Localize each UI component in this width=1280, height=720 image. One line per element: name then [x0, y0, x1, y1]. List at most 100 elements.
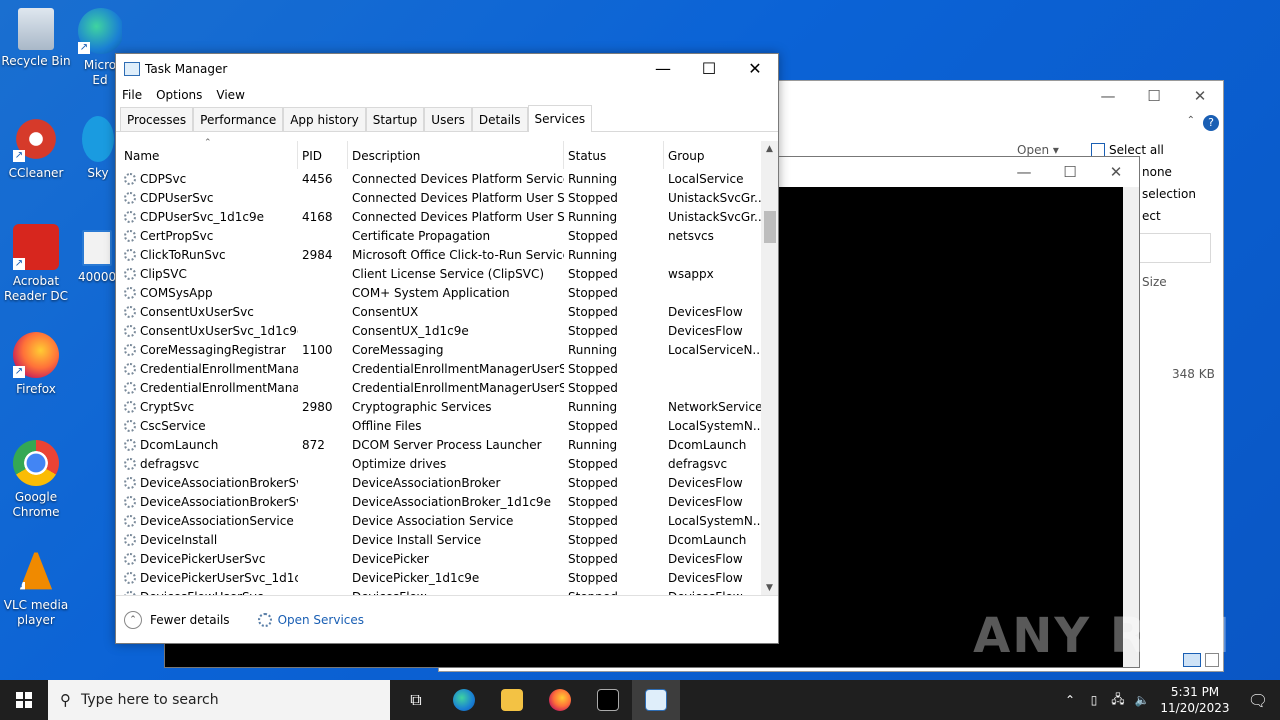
table-row[interactable]: ConsentUxUserSvc ConsentUX Stopped DevicesF…	[120, 302, 766, 321]
taskbar-file-explorer[interactable]	[488, 680, 536, 720]
maximize-button[interactable]: ☐	[1131, 81, 1177, 111]
desktop-icon-acrobat[interactable]: ↗ Acrobat Reader DC	[0, 224, 72, 304]
tab-app-history[interactable]: App history	[283, 107, 366, 131]
console-scrollbar[interactable]	[1123, 187, 1139, 667]
tab-processes[interactable]: Processes	[120, 107, 194, 131]
table-row[interactable]: ConsentUxUserSvc_1d1c9e ConsentUX_1d1c9e S…	[120, 321, 766, 340]
table-row[interactable]: CredentialEnrollmentMana... CredentialEnr…	[120, 378, 766, 397]
scroll-down-icon[interactable]: ▼	[761, 583, 778, 593]
table-row[interactable]: DcomLaunch 872 DCOM Server Process Launche…	[120, 435, 766, 454]
desktop-icon-vlc[interactable]: ↗ VLC media player	[0, 548, 72, 628]
collapse-ribbon-icon[interactable]: ⌃	[1187, 115, 1195, 126]
table-row[interactable]: CertPropSvc Certificate Propagation Stoppe…	[120, 226, 766, 245]
cell-name: ClickToRunSvc	[120, 248, 298, 262]
desktop-icon-ccleaner[interactable]: ↗ CCleaner	[0, 116, 72, 181]
service-gear-icon	[124, 305, 136, 318]
table-row[interactable]: DeviceAssociationService Device Associati…	[120, 511, 766, 530]
task-manager-window[interactable]: Task Manager — ☐ ✕ File Options View Pro…	[115, 53, 779, 644]
table-row[interactable]: CDPSvc 4456 Connected Devices Platform Ser…	[120, 169, 766, 188]
shortcut-arrow-icon: ↗	[13, 150, 25, 162]
menu-view[interactable]: View	[216, 88, 244, 102]
table-scrollbar[interactable]: ▲ ▼	[761, 141, 778, 596]
title-bar[interactable]: Task Manager — ☐ ✕	[116, 54, 778, 84]
table-row[interactable]: COMSysApp COM+ System Application Stopped	[120, 283, 766, 302]
chrome-icon	[13, 440, 59, 486]
table-row[interactable]: CryptSvc 2980 Cryptographic Services Runnin…	[120, 397, 766, 416]
tab-strip: Processes Performance App history Startu…	[116, 105, 778, 132]
table-row[interactable]: DeviceAssociationBrokerSv... DeviceAssoci…	[120, 492, 766, 511]
taskbar-cmd[interactable]	[584, 680, 632, 720]
table-row[interactable]: CscService Offline Files Stopped LocalSyste…	[120, 416, 766, 435]
volume-icon[interactable]: 🔈	[1130, 693, 1154, 707]
taskbar-search-box[interactable]: ⚲ Type here to search	[48, 680, 390, 720]
tab-performance[interactable]: Performance	[193, 107, 284, 131]
table-row[interactable]: DeviceAssociationBrokerSvc DeviceAssociat…	[120, 473, 766, 492]
minimize-button[interactable]: —	[1085, 81, 1131, 111]
desktop-icon-skype[interactable]: Sky	[82, 116, 114, 181]
ribbon-select-all[interactable]: Select all	[1091, 143, 1164, 157]
menu-file[interactable]: File	[122, 88, 142, 102]
desktop-icon-firefox[interactable]: ↗ Firefox	[0, 332, 72, 397]
minimize-button[interactable]: —	[1001, 157, 1047, 187]
desktop-icon-file[interactable]: 400000	[78, 230, 116, 285]
ribbon-select-none[interactable]: none	[1142, 165, 1172, 179]
ribbon-open-button[interactable]: Open ▾	[1017, 143, 1059, 157]
taskbar-firefox[interactable]	[536, 680, 584, 720]
taskbar-task-manager[interactable]	[632, 680, 680, 720]
service-gear-icon	[124, 457, 136, 470]
scrollbar-thumb[interactable]	[764, 211, 776, 243]
column-header-pid[interactable]: PID	[298, 141, 348, 169]
column-header-status[interactable]: Status	[564, 141, 664, 169]
table-row[interactable]: defragsvc Optimize drives Stopped defragsvc	[120, 454, 766, 473]
table-row[interactable]: ClipSVC Client License Service (ClipSVC) S…	[120, 264, 766, 283]
notifications-icon[interactable]: 🗨	[1236, 691, 1280, 710]
cell-group: wsappx	[668, 266, 714, 281]
maximize-button[interactable]: ☐	[686, 54, 732, 84]
service-gear-icon	[124, 343, 136, 356]
close-button[interactable]: ✕	[1177, 81, 1223, 111]
start-button[interactable]	[0, 680, 48, 720]
network-icon[interactable]: 🖧	[1106, 690, 1130, 711]
service-name: CryptSvc	[140, 399, 195, 414]
table-row[interactable]: DevicePickerUserSvc_1d1c9e DevicePicker_1…	[120, 568, 766, 587]
table-row[interactable]: ClickToRunSvc 2984 Microsoft Office Click-…	[120, 245, 766, 264]
column-header-description[interactable]: Description	[348, 141, 564, 169]
table-row[interactable]: CDPUserSvc Connected Devices Platform Use…	[120, 188, 766, 207]
desktop-icon-chrome[interactable]: Google Chrome	[0, 440, 72, 520]
service-name: CDPUserSvc	[140, 190, 214, 205]
tab-details[interactable]: Details	[471, 107, 528, 131]
table-row[interactable]: CredentialEnrollmentMana... CredentialEnr…	[120, 359, 766, 378]
tablet-icon[interactable]: ▯	[1082, 693, 1106, 707]
table-row[interactable]: DeviceInstall Device Install Service Stopp…	[120, 530, 766, 549]
tab-services[interactable]: Services	[527, 105, 593, 132]
table-row[interactable]: CoreMessagingRegistrar 1100 CoreMessaging R…	[120, 340, 766, 359]
close-button[interactable]: ✕	[732, 54, 778, 84]
close-button[interactable]: ✕	[1093, 157, 1139, 187]
size-column-header[interactable]: Size	[1142, 275, 1167, 289]
cell-name: CscService	[120, 419, 298, 433]
desktop-icon-label: Google Chrome	[12, 490, 60, 519]
search-box[interactable]	[1139, 233, 1211, 263]
clock[interactable]: 5:31 PM 11/20/2023	[1154, 684, 1236, 716]
firefox-icon: ↗	[13, 332, 59, 378]
taskbar-edge[interactable]	[440, 680, 488, 720]
document-icon	[82, 230, 112, 266]
table-row[interactable]: CDPUserSvc_1d1c9e 4168 Connected Devices P…	[120, 207, 766, 226]
fewer-details-link[interactable]: Fewer details	[150, 613, 230, 627]
task-view-button[interactable]: ⧉	[392, 680, 440, 720]
cell-status: Running	[568, 247, 618, 262]
scroll-up-icon[interactable]: ▲	[761, 144, 778, 154]
desktop-icon-recycle-bin[interactable]: Recycle Bin	[0, 8, 72, 69]
maximize-button[interactable]: ☐	[1047, 157, 1093, 187]
open-services-link[interactable]: Open Services	[278, 613, 364, 627]
chevron-up-icon[interactable]: ⌃	[124, 610, 142, 629]
tab-startup[interactable]: Startup	[365, 107, 425, 131]
menu-options[interactable]: Options	[156, 88, 202, 102]
chevron-up-icon[interactable]: ⌃	[1058, 693, 1082, 707]
help-icon[interactable]: ?	[1203, 115, 1219, 131]
tab-users[interactable]: Users	[424, 107, 472, 131]
ribbon-invert-selection[interactable]: selection	[1142, 187, 1196, 201]
minimize-button[interactable]: —	[640, 54, 686, 84]
table-row[interactable]: DevicePickerUserSvc DevicePicker Stopped De…	[120, 549, 766, 568]
column-header-group[interactable]: Group	[664, 141, 766, 169]
